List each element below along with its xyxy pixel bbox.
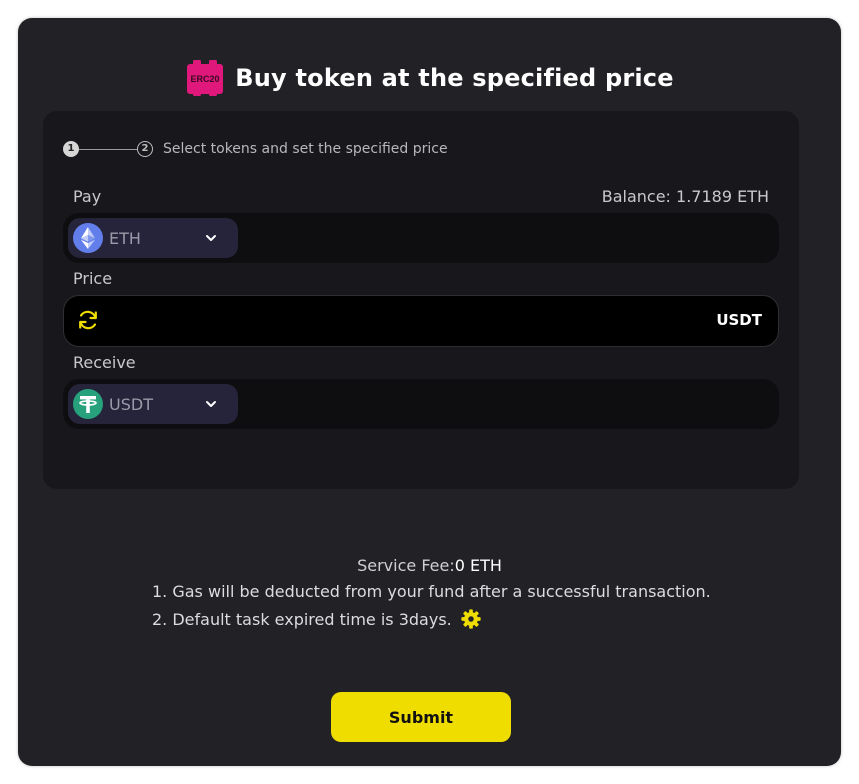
price-field[interactable]: USDT xyxy=(63,295,779,347)
erc20-logo: ERC20 xyxy=(187,60,224,96)
buy-token-card: ERC20 Buy token at the specified price 1… xyxy=(18,18,841,766)
fee-value: 0 ETH xyxy=(454,556,502,575)
pay-token-select[interactable]: ETH xyxy=(68,218,238,258)
fee-label: Service Fee: xyxy=(357,556,455,575)
service-fee: Service Fee:0 ETH xyxy=(18,556,841,575)
ethereum-icon xyxy=(73,223,103,253)
step-description: Select tokens and set the specified pric… xyxy=(163,141,448,157)
step-indicator: 1 2 Select tokens and set the specified … xyxy=(63,141,448,157)
receive-token-select[interactable]: USDT xyxy=(68,384,238,424)
note-gas: 1. Gas will be deducted from your fund a… xyxy=(152,582,711,601)
price-unit: USDT xyxy=(716,311,762,329)
balance-text: Balance: 1.7189 ETH xyxy=(601,187,769,206)
page-title: Buy token at the specified price xyxy=(235,64,674,92)
step-2-dot: 2 xyxy=(137,141,153,157)
receive-amount-field[interactable]: USDT xyxy=(63,379,779,429)
note-expiry: 2. Default task expired time is 3days. xyxy=(152,608,482,630)
note-gas-text: 1. Gas will be deducted from your fund a… xyxy=(152,582,711,601)
svg-text:ERC20: ERC20 xyxy=(191,74,220,84)
pay-amount-field[interactable]: ETH xyxy=(63,213,779,263)
receive-label: Receive xyxy=(73,353,136,372)
note-expiry-text: 2. Default task expired time is 3days. xyxy=(152,609,452,629)
step-connector xyxy=(79,148,137,150)
step-1-dot: 1 xyxy=(63,141,79,157)
chevron-down-icon xyxy=(206,235,216,241)
receive-token-name: USDT xyxy=(109,394,153,414)
submit-button[interactable]: Submit xyxy=(331,692,511,742)
refresh-icon[interactable] xyxy=(76,308,100,332)
chevron-down-icon xyxy=(206,401,216,407)
price-label: Price xyxy=(73,269,113,288)
gear-icon[interactable] xyxy=(460,608,482,630)
pay-token-name: ETH xyxy=(109,228,141,248)
tether-icon xyxy=(73,389,103,419)
header: ERC20 Buy token at the specified price xyxy=(18,58,841,98)
pay-label: Pay xyxy=(73,187,102,206)
order-form-panel: 1 2 Select tokens and set the specified … xyxy=(43,111,799,489)
